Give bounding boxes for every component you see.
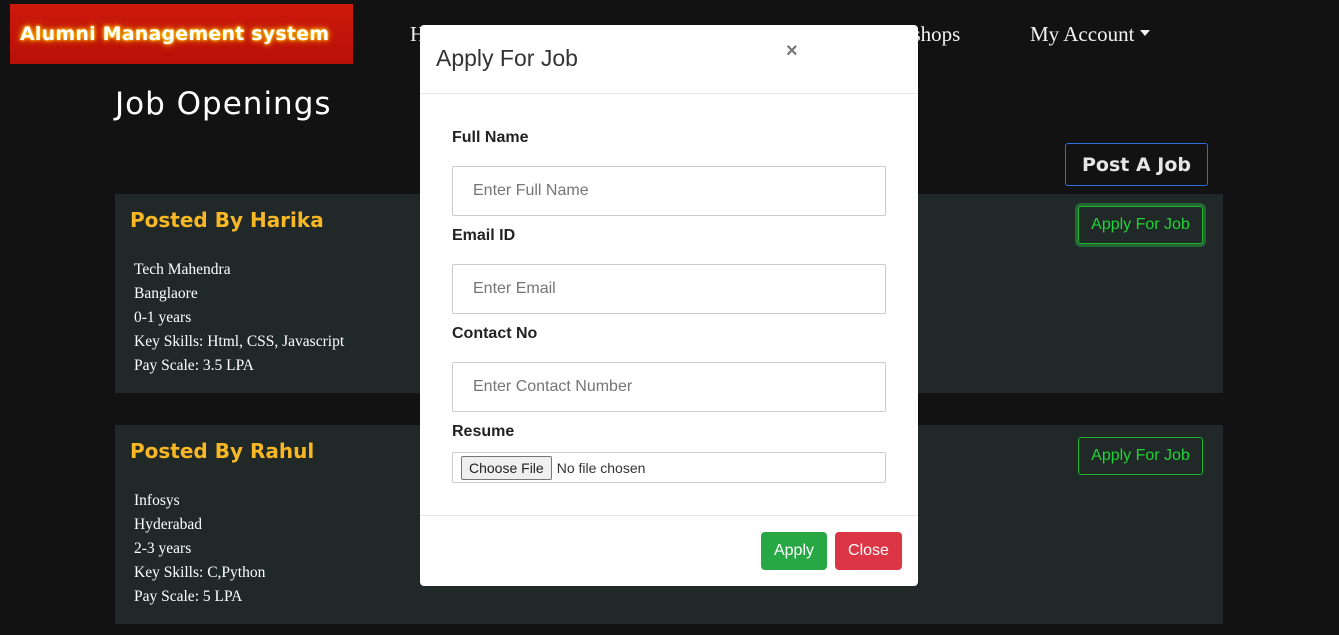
apply-for-job-button[interactable]: Apply For Job xyxy=(1078,437,1203,475)
contact-label: Contact No xyxy=(452,325,538,342)
job-details: Tech Mahendra Banglaore 0-1 years Key Sk… xyxy=(134,258,344,378)
job-experience: 2-3 years xyxy=(134,540,192,557)
job-pay: Pay Scale: 5 LPA xyxy=(134,588,243,605)
close-button[interactable]: Close xyxy=(835,532,902,570)
modal-footer: Apply Close xyxy=(420,515,918,586)
resume-file-input[interactable]: Choose File No file chosen xyxy=(452,452,886,483)
brand-title: Alumni Management system xyxy=(20,23,330,45)
modal-title: Apply For Job xyxy=(436,45,578,71)
chevron-down-icon xyxy=(1140,30,1151,37)
job-details: Infosys Hyderabad 2-3 years Key Skills: … xyxy=(134,489,265,609)
job-location: Banglaore xyxy=(134,285,198,302)
full-name-label: Full Name xyxy=(452,129,529,146)
job-company: Tech Mahendra xyxy=(134,261,231,278)
job-skills: Key Skills: C,Python xyxy=(134,564,266,581)
choose-file-button[interactable]: Choose File xyxy=(461,455,552,480)
resume-label: Resume xyxy=(452,423,515,440)
email-input[interactable] xyxy=(452,264,886,314)
apply-button[interactable]: Apply xyxy=(761,532,827,570)
job-posted-by: Posted By Harika xyxy=(130,208,324,232)
job-company: Infosys xyxy=(134,492,180,509)
email-label: Email ID xyxy=(452,227,516,244)
close-icon[interactable]: × xyxy=(786,40,798,63)
contact-input[interactable] xyxy=(452,362,886,412)
job-posted-by: Posted By Rahul xyxy=(130,439,315,463)
post-job-button[interactable]: Post A Job xyxy=(1065,143,1208,186)
modal-header: Apply For Job × xyxy=(420,25,918,94)
full-name-input[interactable] xyxy=(452,166,886,216)
job-skills: Key Skills: Html, CSS, Javascript xyxy=(134,333,345,350)
apply-for-job-button[interactable]: Apply For Job xyxy=(1078,206,1203,244)
file-status: No file chosen xyxy=(556,459,646,476)
job-pay: Pay Scale: 3.5 LPA xyxy=(134,357,254,374)
brand-logo[interactable]: Alumni Management system xyxy=(10,4,353,64)
my-account-label: My Account xyxy=(1030,22,1135,46)
nav-my-account-dropdown[interactable]: My Account xyxy=(1030,22,1151,47)
job-location: Hyderabad xyxy=(134,516,202,533)
apply-job-modal: Apply For Job × Full Name Email ID Conta… xyxy=(420,25,918,586)
job-experience: 0-1 years xyxy=(134,309,192,326)
page-title: Job Openings xyxy=(115,86,332,122)
